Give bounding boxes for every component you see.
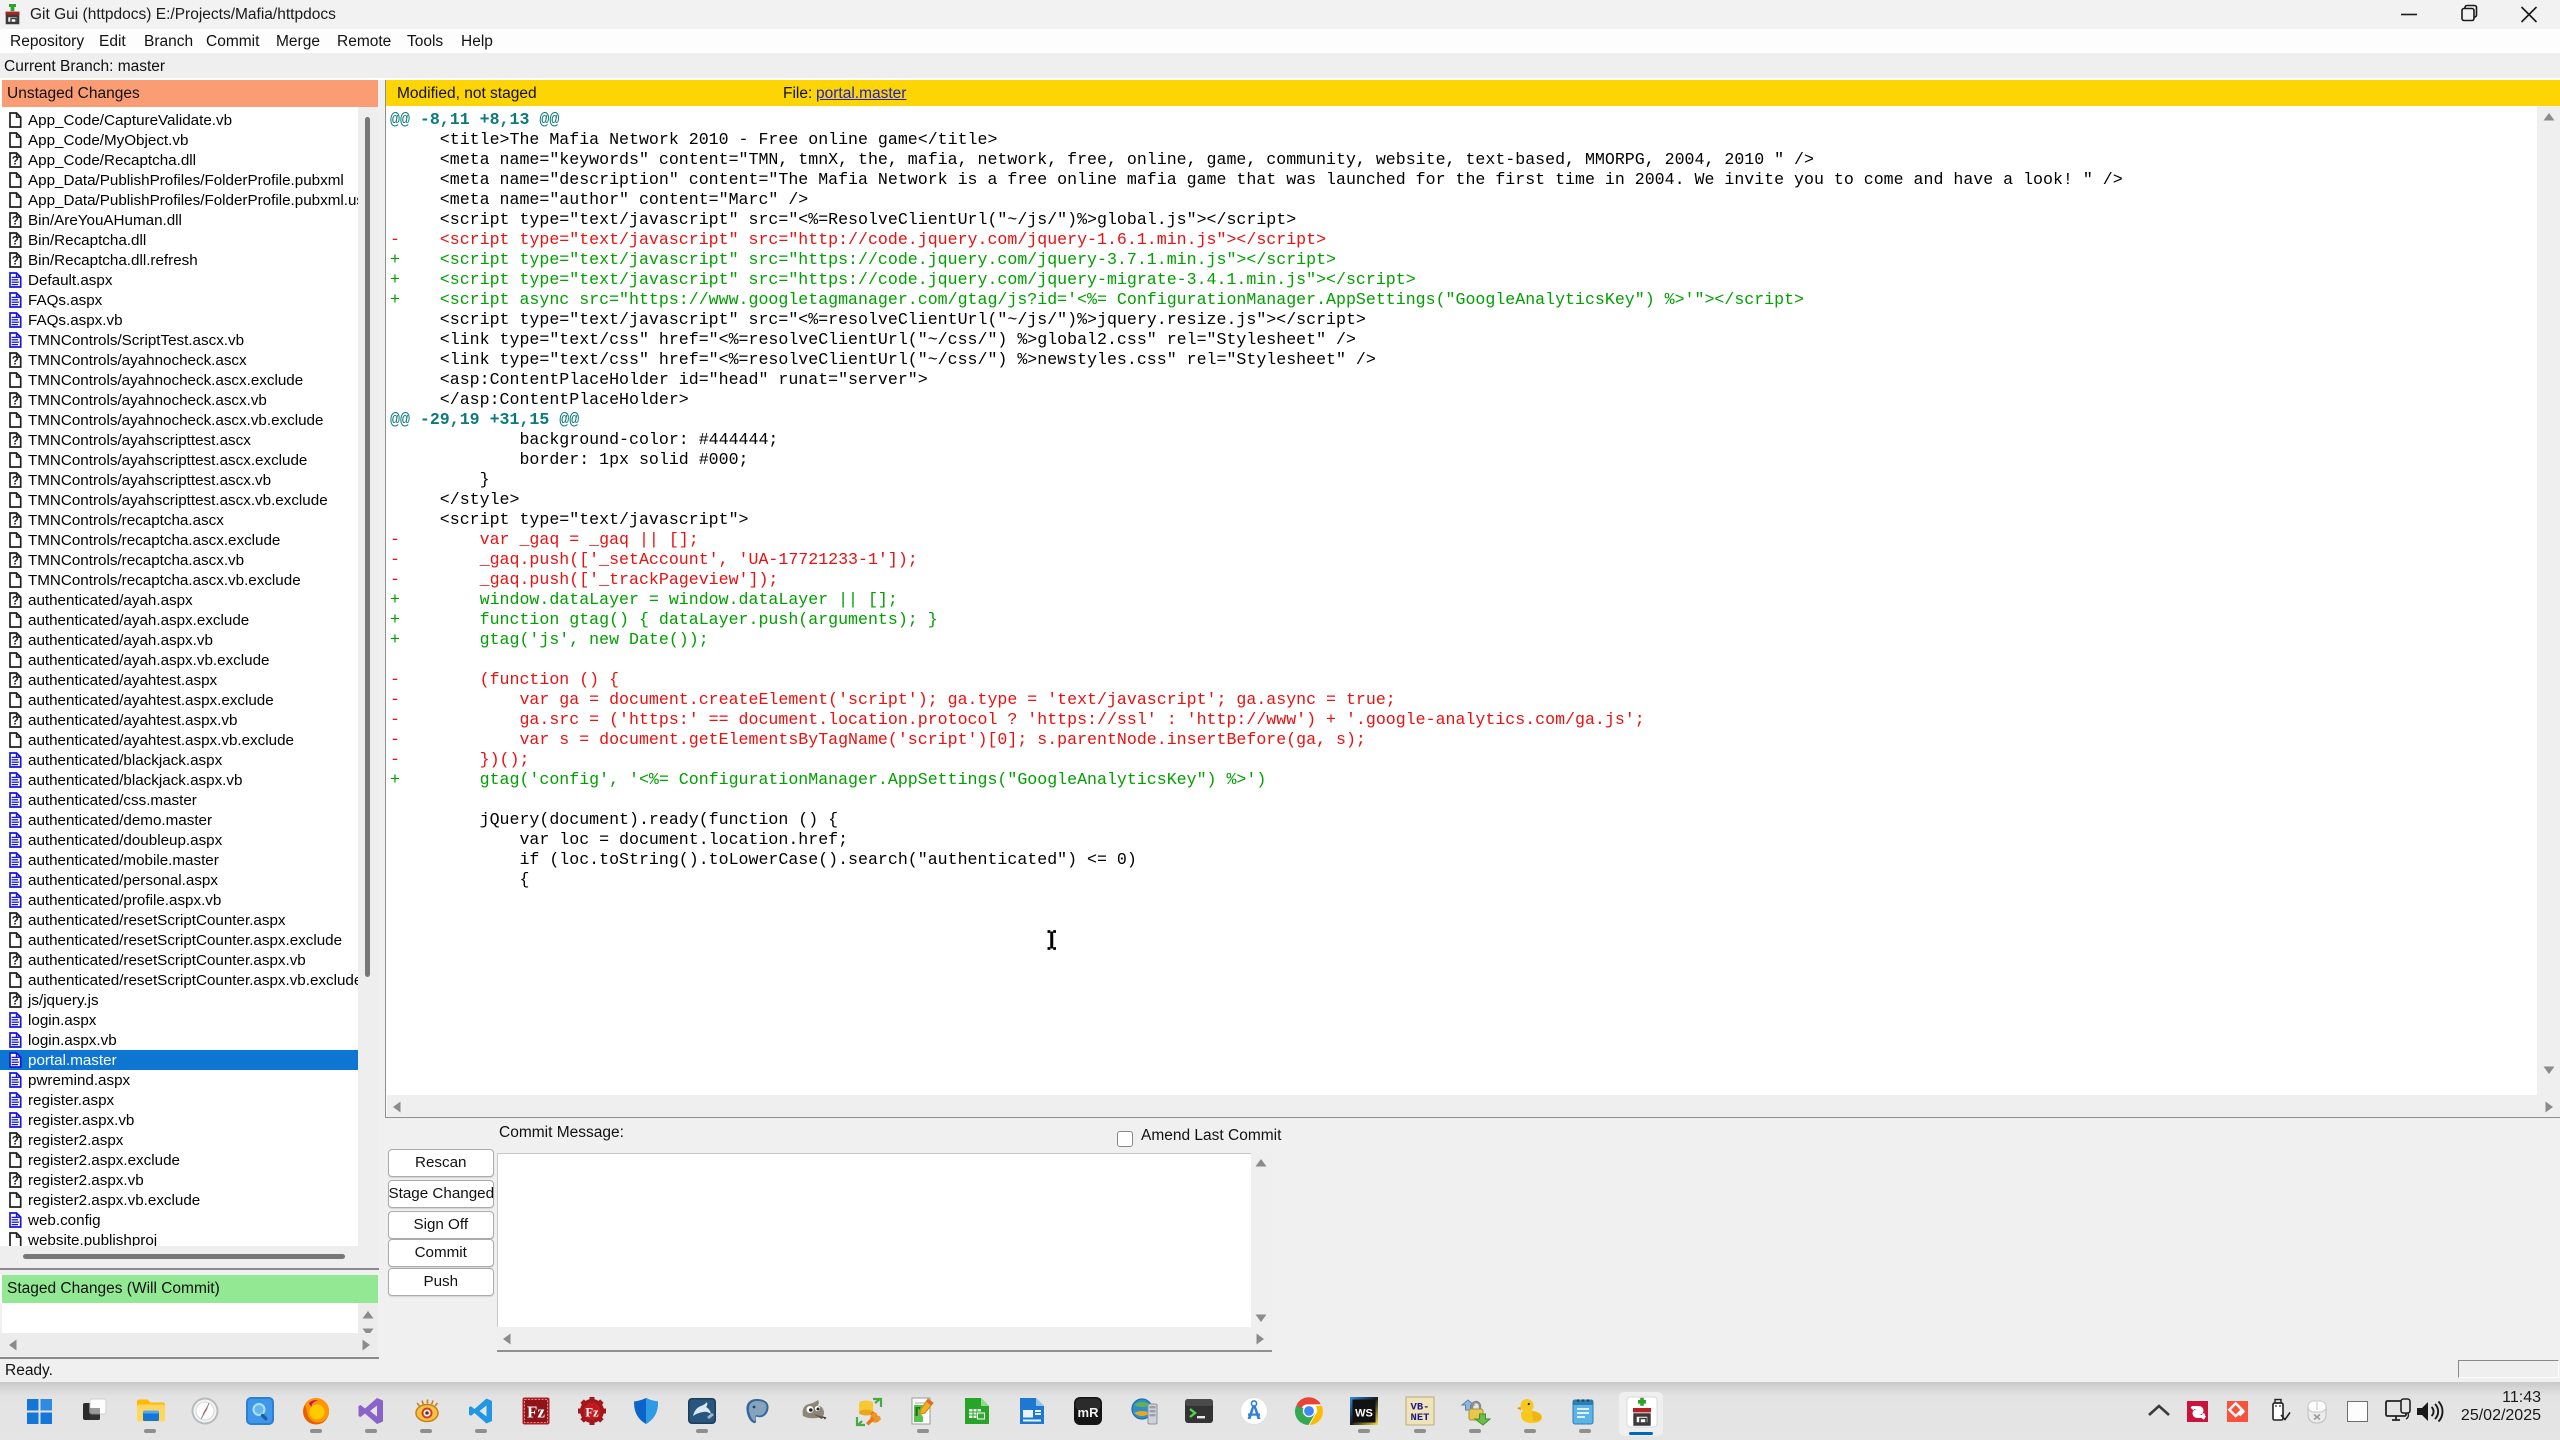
svg-text:Fz: Fz bbox=[585, 1406, 599, 1420]
svg-text:mR: mR bbox=[1078, 1405, 1100, 1420]
svg-text:?: ? bbox=[12, 236, 19, 248]
svg-text:?: ? bbox=[12, 396, 19, 408]
svg-text:?: ? bbox=[12, 1136, 19, 1148]
svg-text:WS: WS bbox=[1355, 1408, 1373, 1420]
svg-text:?: ? bbox=[12, 436, 19, 448]
svg-text:?: ? bbox=[12, 636, 19, 648]
svg-text:?: ? bbox=[12, 716, 19, 728]
svg-text:?: ? bbox=[12, 1176, 19, 1188]
svg-text:NET: NET bbox=[1410, 1412, 1429, 1424]
svg-text:?: ? bbox=[12, 916, 19, 928]
svg-text:?: ? bbox=[12, 356, 19, 368]
svg-text:?: ? bbox=[12, 596, 19, 608]
svg-text:?: ? bbox=[12, 516, 19, 528]
svg-text:?: ? bbox=[12, 956, 19, 968]
svg-text:?: ? bbox=[12, 556, 19, 568]
svg-text:?: ? bbox=[12, 256, 19, 268]
svg-text:?: ? bbox=[12, 216, 19, 228]
svg-text:?: ? bbox=[12, 676, 19, 688]
svg-text:?: ? bbox=[12, 156, 19, 168]
svg-text:Fz: Fz bbox=[527, 1403, 545, 1422]
svg-text:?: ? bbox=[12, 996, 19, 1008]
svg-text:?: ? bbox=[12, 476, 19, 488]
